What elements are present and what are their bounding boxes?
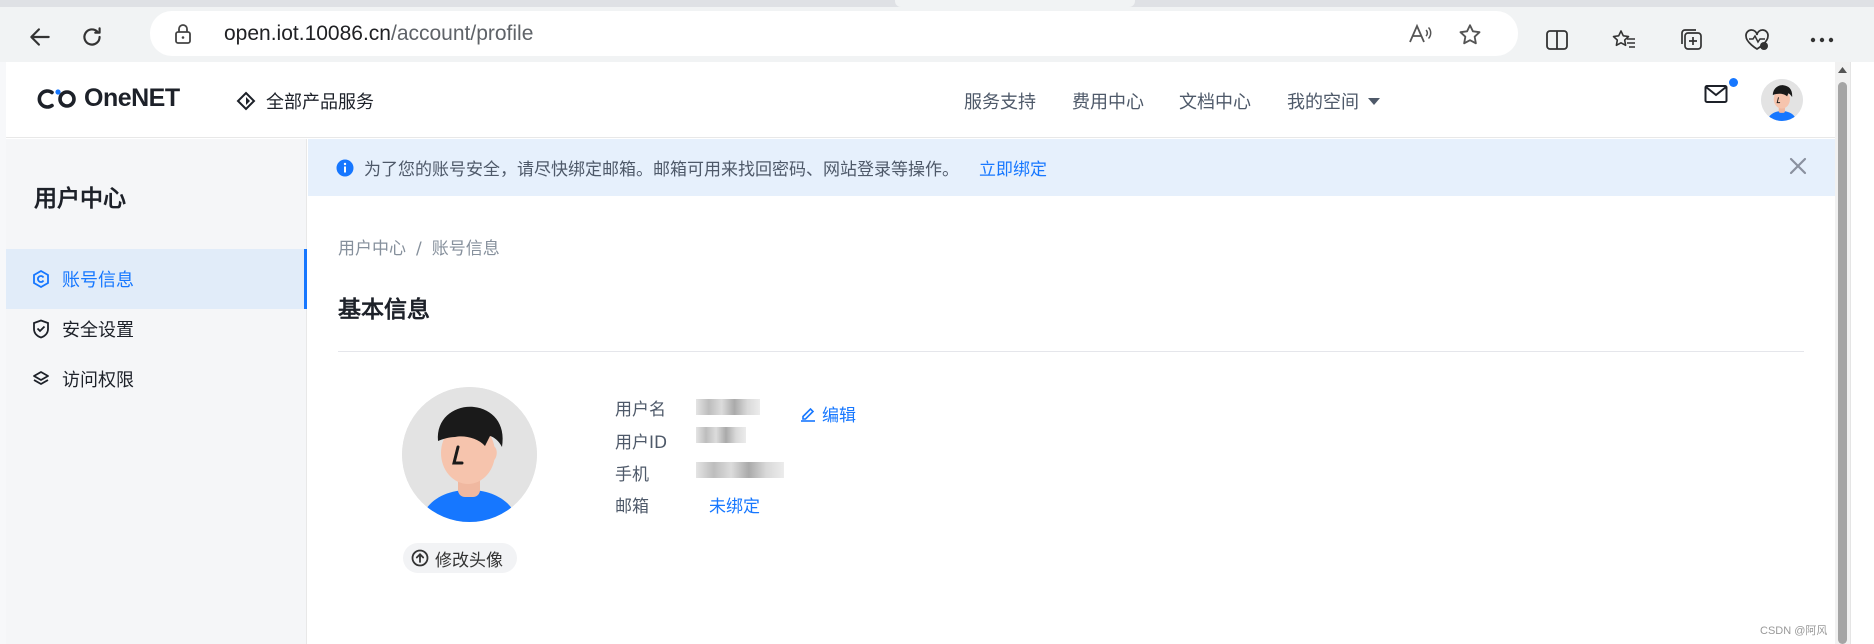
- collections-icon: [1681, 29, 1702, 50]
- mail-icon: [1704, 85, 1728, 103]
- browser-tab[interactable]: [895, 0, 1135, 7]
- section-divider: [338, 351, 1804, 352]
- split-screen-icon: [1546, 30, 1568, 50]
- read-aloud-icon[interactable]: [1407, 22, 1433, 46]
- diamond-icon: [236, 91, 256, 111]
- bind-now-link[interactable]: 立即绑定: [979, 155, 1047, 180]
- edit-pencil-icon: [801, 407, 815, 422]
- nav-my-space-label: 我的空间: [1287, 92, 1359, 113]
- layers-icon: [33, 371, 49, 385]
- more-dots-icon: [1810, 37, 1834, 43]
- favorites-button[interactable]: [1608, 24, 1640, 56]
- avatar-illustration: [402, 387, 537, 522]
- more-menu-button[interactable]: [1806, 24, 1838, 56]
- phone-label: 手机: [615, 465, 649, 485]
- breadcrumb-current: 账号信息: [431, 239, 500, 259]
- browser-essentials-button[interactable]: [1741, 24, 1773, 56]
- url-path: /account/profile: [390, 22, 534, 45]
- change-avatar-button[interactable]: 修改头像: [403, 543, 517, 573]
- main-content: 为了您的账号安全，请尽快绑定邮箱。邮箱可用来找回密码、网站登录等操作。 立即绑定…: [308, 139, 1835, 644]
- userid-value-redacted: [696, 427, 746, 443]
- back-button[interactable]: [22, 19, 58, 55]
- account-info-icon: [33, 270, 49, 288]
- sidebar: 用户中心 账号信息 安全设置 访问权限: [6, 139, 307, 644]
- alert-text: 为了您的账号安全，请尽快绑定邮箱。邮箱可用来找回密码、网站登录等操作。: [364, 160, 959, 180]
- all-products-menu[interactable]: 全部产品服务: [236, 88, 374, 114]
- lock-icon[interactable]: [174, 23, 192, 45]
- favorites-list-icon: [1612, 30, 1635, 48]
- messages-button[interactable]: [1704, 84, 1728, 108]
- scroll-up-arrow-icon[interactable]: [1837, 66, 1848, 74]
- caret-down-icon: [1368, 98, 1380, 105]
- all-products-label: 全部产品服务: [266, 92, 374, 113]
- nav-service-support[interactable]: 服务支持: [964, 88, 1036, 114]
- close-icon[interactable]: [1788, 156, 1808, 176]
- nav-billing-center[interactable]: 费用中心: [1072, 88, 1144, 114]
- back-arrow-icon: [30, 28, 50, 46]
- page-scrollbar[interactable]: [1835, 62, 1850, 644]
- heart-pulse-icon: [1745, 29, 1769, 50]
- breadcrumb-separator: /: [416, 239, 422, 259]
- watermark: CSDN @阿风: [1760, 625, 1828, 637]
- side-panel-edge: [1850, 62, 1874, 644]
- shield-icon: [33, 319, 49, 339]
- url-text: open.iot.10086.cn/account/profile: [224, 22, 533, 46]
- nav-docs-center[interactable]: 文档中心: [1179, 88, 1251, 114]
- page-viewport: OneNET 全部产品服务 服务支持 费用中心 文档中心 我的空间 用户中心 账…: [6, 62, 1835, 644]
- sidebar-item-label: 账号信息: [62, 270, 134, 291]
- change-avatar-label: 修改头像: [435, 550, 503, 571]
- username-label: 用户名: [615, 400, 666, 420]
- phone-value-redacted: [696, 462, 784, 478]
- favorite-star-icon[interactable]: [1457, 22, 1483, 48]
- browser-tab-strip: [0, 0, 1874, 7]
- logo-text: OneNET: [84, 84, 180, 112]
- username-value-redacted: [696, 399, 760, 415]
- user-avatar[interactable]: [1761, 79, 1803, 121]
- breadcrumb-root[interactable]: 用户中心: [338, 239, 406, 259]
- sidebar-title: 用户中心: [34, 186, 126, 212]
- top-navbar: OneNET 全部产品服务 服务支持 费用中心 文档中心 我的空间: [6, 62, 1835, 138]
- onenet-logo-icon: [37, 88, 76, 109]
- refresh-button[interactable]: [74, 19, 110, 55]
- email-label: 邮箱: [615, 497, 649, 517]
- edit-label: 编辑: [822, 406, 856, 426]
- avatar-illustration: [1761, 79, 1803, 121]
- refresh-icon: [83, 27, 101, 46]
- userid-label: 用户ID: [615, 433, 668, 453]
- sidebar-item-label: 安全设置: [62, 320, 134, 341]
- upload-circle-icon: [411, 549, 429, 567]
- sidebar-item-label: 访问权限: [62, 370, 134, 391]
- scrollbar-thumb[interactable]: [1838, 82, 1847, 644]
- section-title: 基本信息: [338, 297, 430, 323]
- browser-toolbar: open.iot.10086.cn/account/profile: [0, 7, 1874, 62]
- onenet-logo[interactable]: OneNET: [36, 84, 180, 113]
- bind-email-alert: 为了您的账号安全，请尽快绑定邮箱。邮箱可用来找回密码、网站登录等操作。 立即绑定: [308, 139, 1835, 196]
- nav-my-space[interactable]: 我的空间: [1287, 88, 1381, 114]
- address-bar[interactable]: open.iot.10086.cn/account/profile: [150, 11, 1518, 56]
- split-screen-button[interactable]: [1541, 24, 1573, 56]
- collections-button[interactable]: [1676, 24, 1708, 56]
- sidebar-item-access[interactable]: 访问权限: [6, 349, 307, 409]
- edit-username-button[interactable]: 编辑: [800, 401, 856, 426]
- unread-dot: [1729, 78, 1738, 87]
- url-host: open.iot.10086.cn: [224, 22, 391, 45]
- email-unbound-link[interactable]: 未绑定: [709, 492, 760, 517]
- info-icon: [336, 159, 354, 176]
- profile-avatar: [402, 387, 537, 522]
- breadcrumb: 用户中心 / 账号信息: [338, 234, 500, 259]
